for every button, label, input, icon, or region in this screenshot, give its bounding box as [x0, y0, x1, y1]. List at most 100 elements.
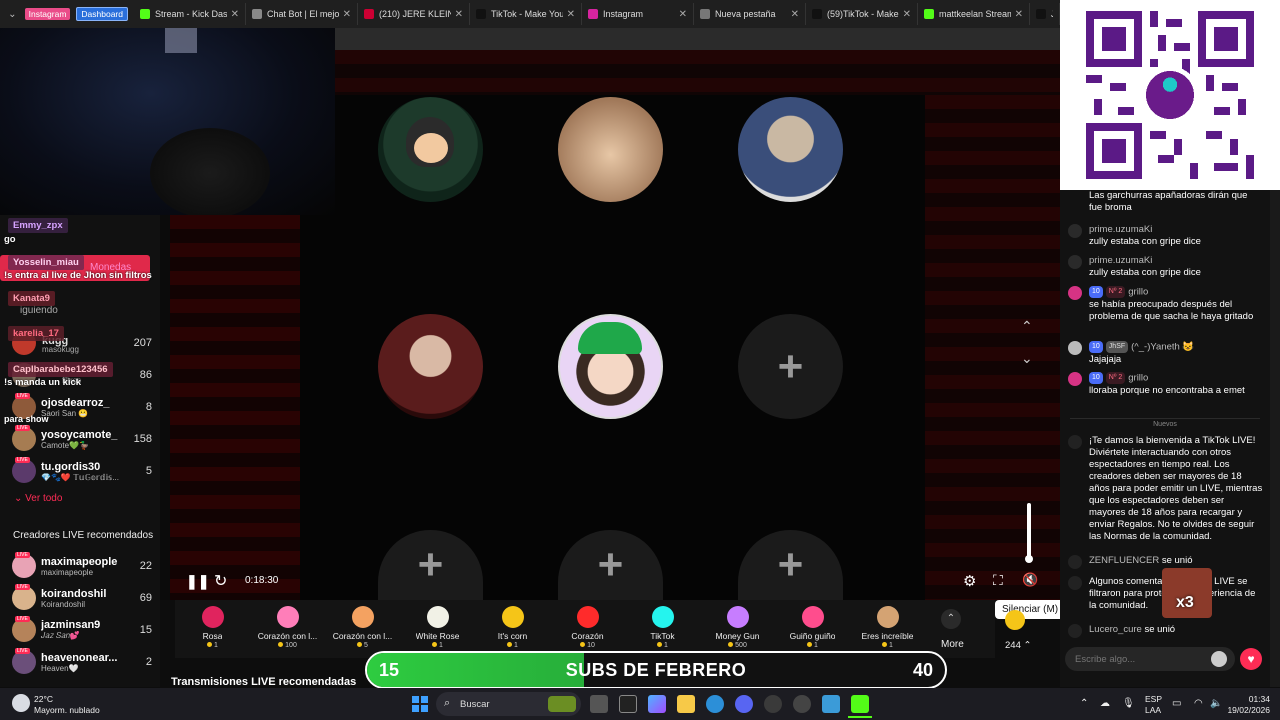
- taskbar-search-box[interactable]: ⌕ Buscar: [436, 692, 581, 716]
- recommended-creator-row[interactable]: LIVE heavenonear... Heaven🤍 2: [0, 647, 160, 677]
- gift-item[interactable]: TikTok 1: [625, 600, 700, 658]
- previous-live-chevron-up-icon[interactable]: ⌃: [1021, 318, 1033, 335]
- language-layout[interactable]: LAA: [1145, 705, 1161, 715]
- chat-avatar[interactable]: [1068, 224, 1082, 238]
- browser-tab[interactable]: (59)TikTok - Make Yo ✕: [806, 3, 918, 25]
- browser-tab[interactable]: Instagram ✕: [582, 3, 694, 25]
- gift-item[interactable]: Money Gun 500: [700, 600, 775, 658]
- guest-avatar-jhon[interactable]: [378, 97, 483, 202]
- pause-icon[interactable]: ❚❚: [186, 573, 209, 590]
- edge-icon[interactable]: [706, 695, 724, 713]
- volume-slider-handle[interactable]: [1025, 555, 1033, 563]
- creator-subtitle: Camote💚🦆: [41, 440, 89, 450]
- tab-close-icon[interactable]: ✕: [791, 9, 799, 20]
- language-indicator[interactable]: ESP: [1145, 694, 1162, 704]
- display-icon[interactable]: ▭: [1172, 698, 1181, 709]
- weather-temp[interactable]: 22°C: [34, 694, 53, 704]
- fullscreen-icon[interactable]: ⛶: [993, 572, 1003, 589]
- kick-app-icon[interactable]: [851, 695, 869, 713]
- recommended-lives-heading: Transmisiones LIVE recomendadas: [171, 676, 357, 688]
- store-icon[interactable]: [619, 695, 637, 713]
- browser-tab[interactable]: Nueva pestaña ✕: [694, 3, 806, 25]
- bookmark-instagram[interactable]: Instagram: [24, 8, 71, 20]
- app-icon[interactable]: [764, 695, 782, 713]
- recommended-creator-row[interactable]: LIVE koirandoshil Koirandoshil 69: [0, 583, 160, 613]
- ver-todo-link[interactable]: ⌄ Ver todo: [14, 493, 62, 504]
- chat-message: 10 JhSF (^_-)Yaneth 😺 Jajajaja: [1068, 341, 1263, 366]
- tab-close-icon[interactable]: ✕: [343, 9, 351, 20]
- tab-close-icon[interactable]: ✕: [231, 9, 239, 20]
- followed-creator-row[interactable]: LIVE tu.gordis30 💎🐾❤️ 𝕋𝕦𝔾𝕠𝕣𝕕𝕚𝕤... 5: [0, 456, 160, 486]
- microphone-icon[interactable]: 🎙: [1122, 698, 1135, 709]
- chat-avatar[interactable]: [1068, 286, 1082, 300]
- tab-list-chevron-icon[interactable]: ⌄: [0, 0, 25, 28]
- refresh-icon[interactable]: ↻: [214, 571, 227, 591]
- chat-message-text: zully estaba con gripe dice: [1089, 267, 1201, 278]
- guest-avatar-3[interactable]: [738, 97, 843, 202]
- guest-avatar-4[interactable]: [378, 314, 483, 419]
- bookmark-dashboard[interactable]: Dashboard: [76, 7, 128, 21]
- browser-tab[interactable]: Stream - Kick Dashb ✕: [134, 3, 246, 25]
- chat-username[interactable]: grillo: [1128, 373, 1148, 384]
- chat-message-input[interactable]: [1065, 647, 1235, 671]
- gift-item[interactable]: Eres increíble 1: [850, 600, 925, 658]
- gift-item[interactable]: Rosa 1: [175, 600, 250, 658]
- gift-name: It's corn: [497, 631, 528, 641]
- show-hidden-icons-chevron[interactable]: ⌃: [1080, 698, 1088, 709]
- tab-close-icon[interactable]: ✕: [679, 9, 687, 20]
- followed-creator-row[interactable]: LIVE yosoycamote_ Camote💚🦆 158: [0, 424, 160, 454]
- gift-item[interactable]: Guiño guiño 1: [775, 600, 850, 658]
- gifts-more-button[interactable]: More: [941, 639, 964, 650]
- chat-username[interactable]: grillo: [1128, 287, 1148, 298]
- copilot-icon[interactable]: [648, 695, 666, 713]
- chat-badge: 10: [1089, 372, 1103, 384]
- obs-icon[interactable]: [793, 695, 811, 713]
- weather-desc[interactable]: Mayorm. nublado: [34, 705, 100, 715]
- tab-close-icon[interactable]: ✕: [1015, 9, 1023, 20]
- task-view-icon[interactable]: [590, 695, 608, 713]
- empty-guest-slot[interactable]: +: [738, 314, 843, 419]
- settings-gear-icon[interactable]: ⚙: [963, 572, 976, 590]
- network-icon[interactable]: ☁: [1100, 698, 1110, 709]
- viewer-count: 158: [133, 433, 152, 445]
- guest-avatar-5[interactable]: [558, 314, 663, 419]
- chat-username[interactable]: (^_-)Yaneth 😺: [1131, 342, 1194, 353]
- chat-avatar[interactable]: [1068, 372, 1082, 386]
- recommended-creator-row[interactable]: LIVE maximapeople maximapeople 22: [0, 551, 160, 581]
- gift-item[interactable]: Corazón 10: [550, 600, 625, 658]
- weather-cloud-icon: [12, 694, 30, 712]
- browser-tab[interactable]: TikTok - Make Your ✕: [470, 3, 582, 25]
- clock-date[interactable]: 19/02/2026: [1220, 705, 1270, 715]
- next-live-chevron-down-icon[interactable]: ⌄: [1021, 350, 1033, 367]
- emoji-icon[interactable]: [1211, 651, 1227, 667]
- file-explorer-icon[interactable]: [677, 695, 695, 713]
- browser-tab[interactable]: Jho: [1030, 3, 1060, 25]
- chat-avatar[interactable]: [1068, 255, 1082, 269]
- gift-item[interactable]: Corazón con l... 5: [325, 600, 400, 658]
- gifts-expand-chevron-icon[interactable]: ⌃: [941, 609, 961, 629]
- chat-username[interactable]: prime.uzumaKi: [1089, 255, 1152, 266]
- browser-tab[interactable]: Chat Bot | El mejor ✕: [246, 3, 358, 25]
- recommended-creator-row[interactable]: LIVE jazminsan9 𝐽𝑎𝑧 𝑆𝑎𝑛💕 15: [0, 615, 160, 645]
- send-gift-icon[interactable]: ♥: [1240, 648, 1262, 670]
- mute-speaker-icon[interactable]: 🔇: [1022, 572, 1038, 588]
- browser-tab[interactable]: (210) JERE KLEIN X K ✕: [358, 3, 470, 25]
- volume-slider[interactable]: [1027, 503, 1031, 561]
- wifi-icon[interactable]: ◠: [1194, 698, 1203, 709]
- gift-item[interactable]: White Rose 1: [400, 600, 475, 658]
- clock-time[interactable]: 01:34: [1220, 694, 1270, 704]
- chat-avatar[interactable]: [1068, 341, 1082, 355]
- browser-tab[interactable]: mattkeelan Stream - ✕: [918, 3, 1030, 25]
- tab-close-icon[interactable]: ✕: [567, 9, 575, 20]
- windows-start-icon[interactable]: [412, 696, 428, 712]
- guest-avatar-2[interactable]: [558, 97, 663, 202]
- chat-scrollbar[interactable]: [1270, 190, 1280, 687]
- tab-close-icon[interactable]: ✕: [903, 9, 911, 20]
- gift-name: Corazón con l...: [257, 631, 318, 641]
- app-icon-blue[interactable]: [822, 695, 840, 713]
- tab-close-icon[interactable]: ✕: [455, 9, 463, 20]
- gift-item[interactable]: It's corn 1: [475, 600, 550, 658]
- gift-item[interactable]: Corazón con l... 100: [250, 600, 325, 658]
- chat-username[interactable]: prime.uzumaKi: [1089, 224, 1152, 235]
- discord-icon[interactable]: [735, 695, 753, 713]
